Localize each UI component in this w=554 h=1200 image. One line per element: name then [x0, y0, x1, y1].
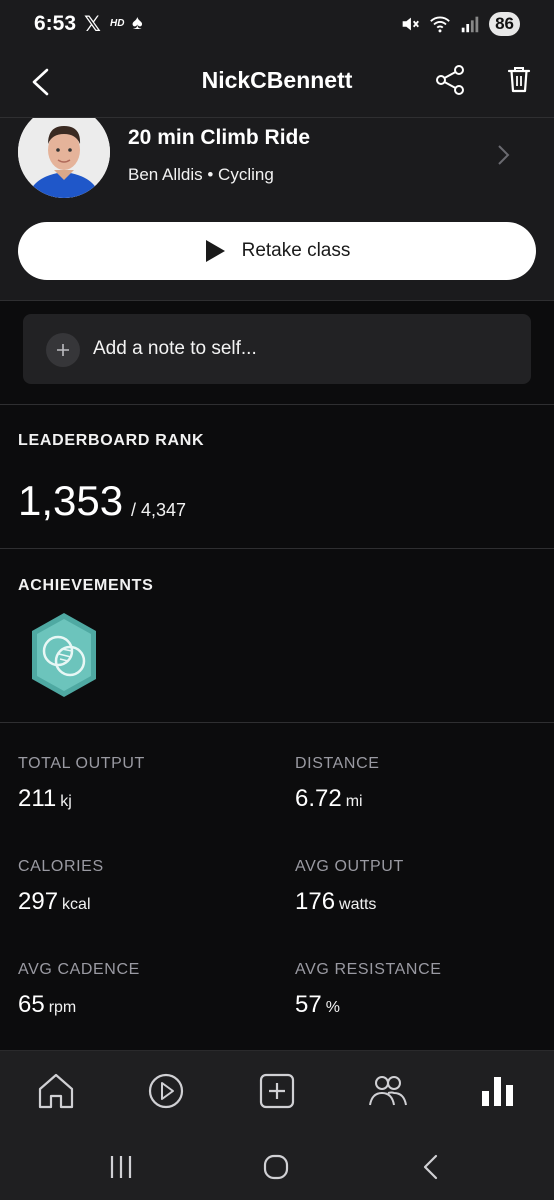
page-title: NickCBennett	[201, 67, 353, 93]
metric-distance: DISTANCE 6.72 mi	[295, 755, 554, 813]
bottom-nav	[0, 1050, 554, 1134]
note-section: Add a note to self...	[0, 301, 554, 405]
hd-icon: HD	[110, 18, 125, 29]
play-icon	[205, 240, 225, 262]
retake-class-label: Retake class	[241, 240, 351, 261]
metric-avg-output: AVG OUTPUT 176 watts	[295, 858, 554, 916]
mute-icon	[402, 17, 420, 31]
metric-unit: rpm	[48, 999, 77, 1016]
leaderboard-rank: 1,353	[18, 477, 124, 524]
community-icon[interactable]	[366, 1069, 410, 1113]
add-note-field[interactable]: Add a note to self...	[23, 314, 531, 384]
plus-square-icon[interactable]	[255, 1069, 299, 1113]
metric-value: 211	[18, 785, 57, 812]
retake-class-button[interactable]: Retake class	[18, 222, 536, 280]
leaderboard-section: LEADERBOARD RANK 1,353 / 4,347	[0, 405, 554, 549]
metric-unit: kj	[60, 793, 72, 810]
chevron-right-icon[interactable]	[492, 140, 514, 170]
status-icons: 86	[399, 11, 520, 37]
metric-unit: kcal	[62, 896, 91, 913]
metric-value: 176	[295, 888, 336, 915]
status-time: 6:53	[34, 12, 77, 35]
achievements-section: ACHIEVEMENTS	[0, 549, 554, 723]
metric-total-output: TOTAL OUTPUT 211 kj	[18, 755, 278, 813]
app-header: NickCBennett	[0, 50, 554, 118]
metric-unit: mi	[345, 793, 363, 810]
trash-icon[interactable]	[502, 62, 536, 98]
class-subtitle: Ben Alldis • Cycling	[128, 165, 274, 184]
signal-icon	[461, 16, 479, 33]
x-logo-icon: 𝕏	[84, 13, 101, 36]
status-bar: 6:53 𝕏 HD ♠ 86	[0, 0, 554, 50]
home-circle-icon[interactable]	[261, 1152, 291, 1182]
recents-icon[interactable]	[106, 1152, 136, 1182]
achievement-badge-icon[interactable]	[28, 611, 100, 699]
metric-unit: %	[325, 999, 340, 1016]
system-back-icon[interactable]	[416, 1152, 446, 1182]
metric-label: AVG OUTPUT	[295, 858, 404, 875]
class-title: 20 min Climb Ride	[128, 126, 311, 149]
metric-value: 65	[18, 991, 45, 1018]
wifi-icon	[430, 16, 450, 33]
metric-value: 6.72	[295, 785, 342, 812]
achievements-heading: ACHIEVEMENTS	[18, 577, 154, 594]
metric-label: AVG CADENCE	[18, 961, 140, 978]
home-icon[interactable]	[34, 1069, 78, 1113]
battery-icon: 86	[489, 12, 520, 36]
metric-label: AVG RESISTANCE	[295, 961, 442, 978]
metric-value: 57	[295, 991, 322, 1018]
leaderboard-heading: LEADERBOARD RANK	[18, 432, 205, 449]
metric-value: 297	[18, 888, 59, 915]
share-icon[interactable]	[432, 62, 468, 98]
workout-detail-screen: 6:53 𝕏 HD ♠ 86 NickCBennett 20 min Climb…	[0, 0, 554, 1200]
system-nav-bar	[0, 1134, 554, 1200]
play-circle-icon[interactable]	[144, 1069, 188, 1113]
plus-icon	[46, 333, 80, 367]
metric-unit: watts	[339, 896, 377, 913]
metric-label: DISTANCE	[295, 755, 380, 772]
class-card[interactable]: 20 min Climb Ride Ben Alldis • Cycling R…	[0, 118, 554, 301]
leaderboard-total: / 4,347	[131, 500, 187, 520]
metric-calories: CALORIES 297 kcal	[18, 858, 278, 916]
instructor-avatar	[18, 118, 110, 198]
stats-icon[interactable]	[476, 1069, 520, 1113]
metric-avg-cadence: AVG CADENCE 65 rpm	[18, 961, 278, 1019]
metric-avg-resistance: AVG RESISTANCE 57%	[295, 961, 554, 1019]
metric-label: TOTAL OUTPUT	[18, 755, 145, 772]
metrics-grid: TOTAL OUTPUT 211 kj DISTANCE 6.72 mi CALOR…	[0, 723, 554, 1050]
metric-label: CALORIES	[18, 858, 104, 875]
add-note-placeholder: Add a note to self...	[93, 338, 257, 359]
spade-icon: ♠	[132, 12, 143, 34]
